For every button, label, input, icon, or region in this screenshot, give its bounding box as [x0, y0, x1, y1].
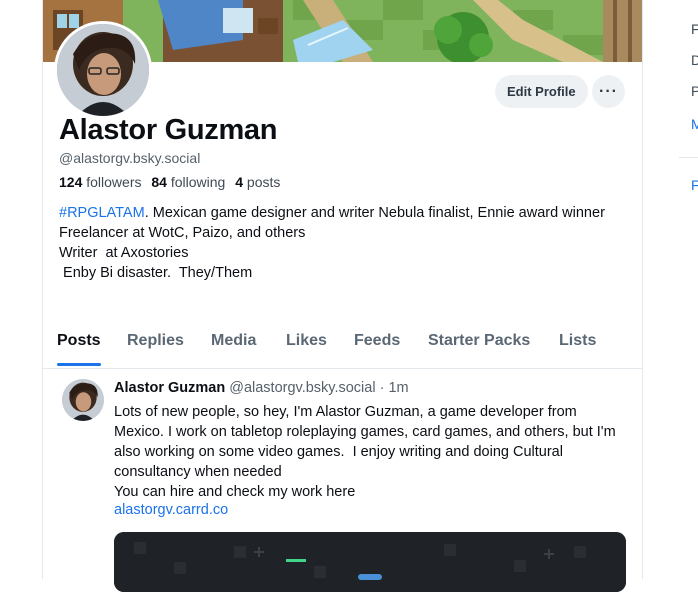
following-count: 84 [151, 174, 167, 190]
ellipsis-icon: ··· [599, 82, 618, 100]
tab-media[interactable]: Media [211, 332, 256, 350]
following-label: following [170, 174, 226, 190]
bio-hashtag-link[interactable]: #RPGLATAM [59, 205, 145, 221]
profile-tabs: Posts Replies Media Likes Feeds Starter … [43, 322, 642, 369]
post-link[interactable]: alastorgv.carrd.co [114, 502, 228, 518]
post-header: Alastor Guzman @alastorgv.bsky.social · … [114, 380, 409, 396]
profile-bio: #RPGLATAM. Mexican game designer and wri… [59, 203, 619, 283]
right-sidebar-item-5[interactable]: F [691, 177, 698, 193]
more-options-button[interactable]: ··· [592, 75, 625, 108]
post-embed-card[interactable] [114, 532, 626, 592]
posts-count: 4 [235, 174, 244, 190]
profile-stats: 124 followers 84 following 4 posts [59, 174, 280, 190]
tab-feeds[interactable]: Feeds [354, 332, 400, 350]
tab-lists[interactable]: Lists [559, 332, 596, 350]
tab-replies[interactable]: Replies [127, 332, 184, 350]
followers-label: followers [86, 174, 142, 190]
right-sidebar-item-3[interactable]: P [691, 83, 698, 99]
tab-likes[interactable]: Likes [286, 332, 327, 350]
post-author-avatar[interactable] [62, 379, 104, 421]
tab-posts[interactable]: Posts [57, 332, 101, 350]
right-sidebar-item-1[interactable]: F [691, 21, 698, 37]
right-sidebar-item-4[interactable]: M [691, 116, 698, 132]
tab-starter-packs[interactable]: Starter Packs [428, 332, 530, 350]
active-tab-indicator [57, 363, 101, 366]
right-sidebar-divider [679, 157, 698, 158]
posts-stat: 4 posts [235, 174, 280, 190]
posts-label: posts [246, 174, 281, 190]
post-author-handle[interactable]: @alastorgv.bsky.social [229, 380, 375, 396]
right-sidebar-item-2[interactable]: D [691, 52, 698, 68]
profile-column: Edit Profile ··· Alastor Guzman @alastor… [42, 0, 643, 592]
followers-count: 124 [59, 174, 83, 190]
edit-profile-button[interactable]: Edit Profile [495, 75, 588, 108]
followers-link[interactable]: 124 followers [59, 174, 142, 190]
profile-avatar[interactable] [54, 21, 152, 119]
post-timestamp[interactable]: · 1m [376, 380, 409, 396]
post-text: Lots of new people, so hey, I'm Alastor … [114, 404, 616, 500]
following-link[interactable]: 84 following [151, 174, 225, 190]
profile-name: Alastor Guzman [59, 114, 278, 146]
post-author-name[interactable]: Alastor Guzman [114, 380, 225, 396]
profile-handle: @alastorgv.bsky.social [59, 150, 201, 166]
